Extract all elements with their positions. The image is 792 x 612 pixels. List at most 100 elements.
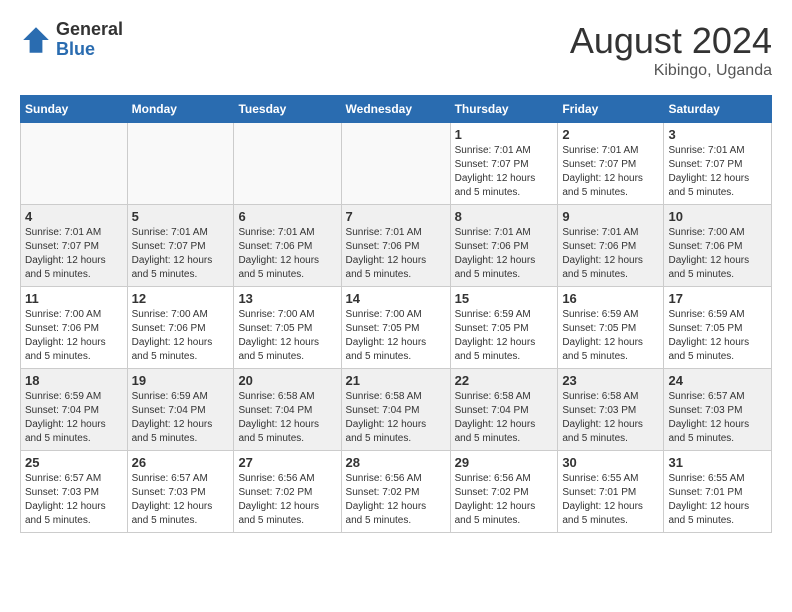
calendar-day-cell: 31 Sunrise: 6:55 AMSunset: 7:01 PMDayligh…	[664, 451, 772, 533]
day-number: 23	[562, 373, 659, 388]
day-number: 18	[25, 373, 123, 388]
calendar-table: SundayMondayTuesdayWednesdayThursdayFrid…	[20, 95, 772, 533]
day-number: 16	[562, 291, 659, 306]
location-title: Kibingo, Uganda	[570, 62, 772, 80]
day-number: 30	[562, 455, 659, 470]
logo-general-text: General	[56, 20, 123, 40]
calendar-day-cell: 21 Sunrise: 6:58 AMSunset: 7:04 PMDayligh…	[341, 369, 450, 451]
day-number: 25	[25, 455, 123, 470]
day-info: Sunrise: 7:00 AMSunset: 7:06 PMDaylight:…	[25, 308, 123, 364]
calendar-day-cell: 9Sunrise: 7:01 AMSunset: 7:06 PMDaylight…	[558, 205, 664, 287]
calendar-week-row: 18 Sunrise: 6:59 AMSunset: 7:04 PMDayligh…	[21, 369, 772, 451]
day-number: 24	[668, 373, 767, 388]
calendar-day-cell: 18 Sunrise: 6:59 AMSunset: 7:04 PMDayligh…	[21, 369, 128, 451]
calendar-day-cell: 22 Sunrise: 6:58 AMSunset: 7:04 PMDayligh…	[450, 369, 558, 451]
day-number: 8	[455, 209, 554, 224]
day-number: 14	[346, 291, 446, 306]
calendar-week-row: 4Sunrise: 7:01 AMSunset: 7:07 PMDaylight…	[21, 205, 772, 287]
calendar-header-wednesday: Wednesday	[341, 96, 450, 123]
day-number: 26	[132, 455, 230, 470]
calendar-day-cell: 16 Sunrise: 6:59 AMSunset: 7:05 PMDayligh…	[558, 287, 664, 369]
month-year-title: August 2024	[570, 20, 772, 62]
day-number: 28	[346, 455, 446, 470]
calendar-day-cell: 15 Sunrise: 6:59 AMSunset: 7:05 PMDayligh…	[450, 287, 558, 369]
day-info: Sunrise: 6:57 AMSunset: 7:03 PMDaylight:…	[668, 390, 767, 446]
day-info: Sunrise: 6:59 AMSunset: 7:05 PMDaylight:…	[562, 308, 659, 364]
day-info: Sunrise: 6:55 AMSunset: 7:01 PMDaylight:…	[668, 472, 767, 528]
day-info: Sunrise: 6:56 AMSunset: 7:02 PMDaylight:…	[455, 472, 554, 528]
calendar-day-cell: 7Sunrise: 7:01 AMSunset: 7:06 PMDaylight…	[341, 205, 450, 287]
calendar-day-cell: 4Sunrise: 7:01 AMSunset: 7:07 PMDaylight…	[21, 205, 128, 287]
calendar-header-thursday: Thursday	[450, 96, 558, 123]
day-info: Sunrise: 6:57 AMSunset: 7:03 PMDaylight:…	[132, 472, 230, 528]
calendar-header-monday: Monday	[127, 96, 234, 123]
day-info: Sunrise: 6:58 AMSunset: 7:04 PMDaylight:…	[455, 390, 554, 446]
day-info: Sunrise: 6:58 AMSunset: 7:04 PMDaylight:…	[346, 390, 446, 446]
calendar-day-cell: 12 Sunrise: 7:00 AMSunset: 7:06 PMDayligh…	[127, 287, 234, 369]
calendar-day-cell: 28 Sunrise: 6:56 AMSunset: 7:02 PMDayligh…	[341, 451, 450, 533]
logo-blue-text: Blue	[56, 40, 123, 60]
day-number: 27	[238, 455, 336, 470]
day-info: Sunrise: 6:59 AMSunset: 7:04 PMDaylight:…	[132, 390, 230, 446]
calendar-day-cell: 11 Sunrise: 7:00 AMSunset: 7:06 PMDayligh…	[21, 287, 128, 369]
day-number: 19	[132, 373, 230, 388]
day-number: 12	[132, 291, 230, 306]
day-info: Sunrise: 7:01 AMSunset: 7:07 PMDaylight:…	[668, 144, 767, 200]
day-number: 1	[455, 127, 554, 142]
calendar-day-cell: 5 Sunrise: 7:01 AMSunset: 7:07 PMDaylight…	[127, 205, 234, 287]
calendar-header-tuesday: Tuesday	[234, 96, 341, 123]
day-info: Sunrise: 6:58 AMSunset: 7:04 PMDaylight:…	[238, 390, 336, 446]
day-number: 5	[132, 209, 230, 224]
calendar-day-cell	[234, 123, 341, 205]
logo-icon	[20, 24, 52, 56]
calendar-day-cell: 1 Sunrise: 7:01 AMSunset: 7:07 PMDaylight…	[450, 123, 558, 205]
day-number: 17	[668, 291, 767, 306]
calendar-day-cell: 26 Sunrise: 6:57 AMSunset: 7:03 PMDayligh…	[127, 451, 234, 533]
day-number: 31	[668, 455, 767, 470]
calendar-day-cell: 6Sunrise: 7:01 AMSunset: 7:06 PMDaylight…	[234, 205, 341, 287]
calendar-day-cell: 13 Sunrise: 7:00 AMSunset: 7:05 PMDayligh…	[234, 287, 341, 369]
day-info: Sunrise: 6:59 AMSunset: 7:05 PMDaylight:…	[668, 308, 767, 364]
day-number: 29	[455, 455, 554, 470]
day-info: Sunrise: 7:00 AMSunset: 7:05 PMDaylight:…	[238, 308, 336, 364]
calendar-header-row: SundayMondayTuesdayWednesdayThursdayFrid…	[21, 96, 772, 123]
day-info: Sunrise: 6:57 AMSunset: 7:03 PMDaylight:…	[25, 472, 123, 528]
calendar-day-cell: 29 Sunrise: 6:56 AMSunset: 7:02 PMDayligh…	[450, 451, 558, 533]
calendar-header-friday: Friday	[558, 96, 664, 123]
day-info: Sunrise: 6:56 AMSunset: 7:02 PMDaylight:…	[346, 472, 446, 528]
calendar-day-cell: 30 Sunrise: 6:55 AMSunset: 7:01 PMDayligh…	[558, 451, 664, 533]
day-info: Sunrise: 7:01 AMSunset: 7:07 PMDaylight:…	[132, 226, 230, 282]
calendar-day-cell: 27 Sunrise: 6:56 AMSunset: 7:02 PMDayligh…	[234, 451, 341, 533]
day-number: 15	[455, 291, 554, 306]
day-number: 11	[25, 291, 123, 306]
day-number: 21	[346, 373, 446, 388]
logo: General Blue	[20, 20, 123, 60]
day-info: Sunrise: 7:00 AMSunset: 7:06 PMDaylight:…	[132, 308, 230, 364]
day-info: Sunrise: 6:56 AMSunset: 7:02 PMDaylight:…	[238, 472, 336, 528]
day-info: Sunrise: 7:01 AMSunset: 7:06 PMDaylight:…	[455, 226, 554, 282]
calendar-week-row: 25 Sunrise: 6:57 AMSunset: 7:03 PMDayligh…	[21, 451, 772, 533]
day-info: Sunrise: 7:01 AMSunset: 7:07 PMDaylight:…	[25, 226, 123, 282]
calendar-day-cell: 20 Sunrise: 6:58 AMSunset: 7:04 PMDayligh…	[234, 369, 341, 451]
day-info: Sunrise: 7:01 AMSunset: 7:07 PMDaylight:…	[562, 144, 659, 200]
day-number: 20	[238, 373, 336, 388]
page-header: General Blue August 2024 Kibingo, Uganda	[20, 20, 772, 80]
day-info: Sunrise: 6:55 AMSunset: 7:01 PMDaylight:…	[562, 472, 659, 528]
day-info: Sunrise: 7:01 AMSunset: 7:07 PMDaylight:…	[455, 144, 554, 200]
calendar-header-sunday: Sunday	[21, 96, 128, 123]
calendar-day-cell: 14 Sunrise: 7:00 AMSunset: 7:05 PMDayligh…	[341, 287, 450, 369]
day-info: Sunrise: 7:01 AMSunset: 7:06 PMDaylight:…	[346, 226, 446, 282]
day-number: 13	[238, 291, 336, 306]
day-number: 10	[668, 209, 767, 224]
day-number: 3	[668, 127, 767, 142]
day-info: Sunrise: 7:01 AMSunset: 7:06 PMDaylight:…	[238, 226, 336, 282]
day-info: Sunrise: 6:59 AMSunset: 7:04 PMDaylight:…	[25, 390, 123, 446]
calendar-day-cell	[341, 123, 450, 205]
calendar-day-cell	[21, 123, 128, 205]
day-info: Sunrise: 7:00 AMSunset: 7:05 PMDaylight:…	[346, 308, 446, 364]
day-info: Sunrise: 6:59 AMSunset: 7:05 PMDaylight:…	[455, 308, 554, 364]
day-number: 22	[455, 373, 554, 388]
calendar-day-cell: 25 Sunrise: 6:57 AMSunset: 7:03 PMDayligh…	[21, 451, 128, 533]
day-number: 9	[562, 209, 659, 224]
day-info: Sunrise: 7:00 AMSunset: 7:06 PMDaylight:…	[668, 226, 767, 282]
